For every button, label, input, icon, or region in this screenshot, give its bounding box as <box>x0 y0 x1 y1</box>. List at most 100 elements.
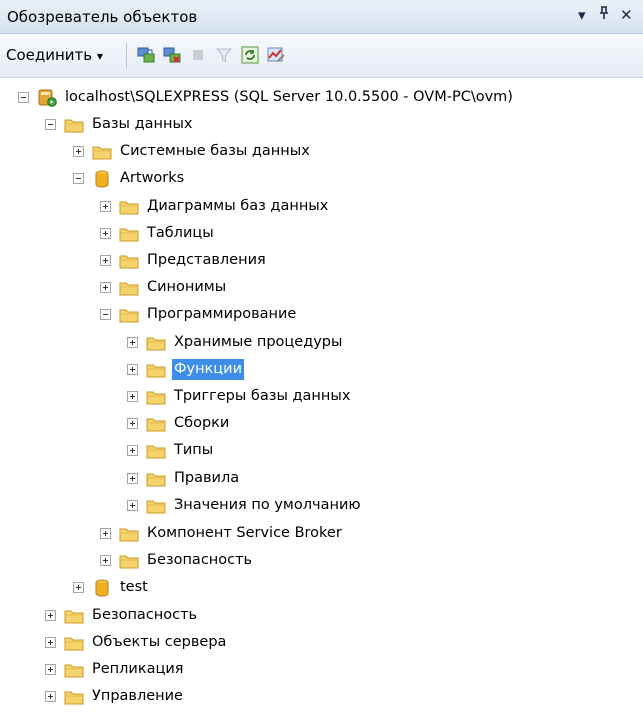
server-objects-label: Объекты сервера <box>92 634 227 650</box>
tree-node-views[interactable]: Представления <box>100 247 268 274</box>
folder-icon <box>146 364 166 377</box>
folder-icon <box>119 528 139 541</box>
tree-node-system-databases[interactable]: Системные базы данных <box>73 138 312 165</box>
collapse-icon[interactable] <box>73 173 84 184</box>
tree-node-server[interactable]: localhost\SQLEXPRESS (SQL Server 10.0.55… <box>18 84 515 111</box>
close-icon[interactable]: ✕ <box>620 6 633 24</box>
panel-titlebar: Обозреватель объектов ▾ ✕ <box>0 0 643 34</box>
pin-icon[interactable] <box>598 6 610 24</box>
connect-object-explorer-icon[interactable] <box>136 45 156 65</box>
diagrams-label: Диаграммы баз данных <box>147 198 329 214</box>
folder-icon <box>119 555 139 568</box>
collapse-icon[interactable] <box>100 309 111 320</box>
tree-node-security[interactable]: Безопасность <box>45 602 199 629</box>
database-icon <box>95 579 109 597</box>
folder-icon <box>119 282 139 295</box>
toolbar-separator <box>126 43 127 69</box>
expand-icon[interactable] <box>45 610 56 621</box>
expand-icon[interactable] <box>127 391 138 402</box>
folder-icon <box>146 337 166 350</box>
folder-icon <box>146 391 166 404</box>
folder-icon <box>92 146 112 159</box>
folder-icon <box>146 500 166 513</box>
expand-icon[interactable] <box>127 418 138 429</box>
tree-node-assemblies[interactable]: Сборки <box>127 410 231 437</box>
tree-node-server-objects[interactable]: Объекты сервера <box>45 629 228 656</box>
expand-icon[interactable] <box>127 364 138 375</box>
connect-button[interactable]: Соединить ▾ <box>6 46 103 64</box>
expand-icon[interactable] <box>127 337 138 348</box>
tree-node-rules[interactable]: Правила <box>127 465 241 492</box>
db-artworks-label: Artworks <box>120 170 185 186</box>
service-broker-label: Компонент Service Broker <box>147 525 342 541</box>
tree-node-programmability[interactable]: Программирование <box>100 301 298 328</box>
filter-icon[interactable] <box>214 45 234 65</box>
tree-node-db-test[interactable]: test <box>73 574 150 601</box>
stop-icon[interactable] <box>188 45 208 65</box>
assemblies-label: Сборки <box>174 415 230 431</box>
db-test-label: test <box>120 579 148 595</box>
dropdown-arrow-icon[interactable]: ▾ <box>578 6 586 24</box>
tree-node-types[interactable]: Типы <box>127 437 215 464</box>
folder-icon <box>119 255 139 268</box>
expand-icon[interactable] <box>73 146 84 157</box>
tree-node-defaults[interactable]: Значения по умолчанию <box>127 492 363 519</box>
expand-icon[interactable] <box>100 555 111 566</box>
folder-icon <box>146 445 166 458</box>
expand-icon[interactable] <box>45 691 56 702</box>
security-label: Безопасность <box>92 607 198 623</box>
expand-icon[interactable] <box>127 473 138 484</box>
expand-icon[interactable] <box>100 255 111 266</box>
synonyms-label: Синонимы <box>147 279 227 295</box>
expand-icon[interactable] <box>100 282 111 293</box>
tree-node-db-artworks[interactable]: Artworks <box>73 165 186 192</box>
tree-node-tables[interactable]: Таблицы <box>100 220 216 247</box>
collapse-icon[interactable] <box>45 119 56 130</box>
tree-node-stored-procedures[interactable]: Хранимые процедуры <box>127 329 344 356</box>
tree-node-replication[interactable]: Репликация <box>45 656 186 683</box>
tree-node-db-security[interactable]: Безопасность <box>100 547 254 574</box>
server-label: localhost\SQLEXPRESS (SQL Server 10.0.55… <box>65 89 513 105</box>
object-explorer-toolbar: Соединить ▾ <box>0 34 643 78</box>
database-icon <box>95 170 109 188</box>
folder-icon <box>64 691 84 704</box>
expand-icon[interactable] <box>45 637 56 648</box>
activity-monitor-icon[interactable] <box>266 45 286 65</box>
panel-title: Обозреватель объектов <box>7 8 198 26</box>
expand-icon[interactable] <box>45 664 56 675</box>
folder-icon <box>119 309 139 322</box>
object-explorer-tree: localhost\SQLEXPRESS (SQL Server 10.0.55… <box>0 80 643 717</box>
db-security-label: Безопасность <box>147 552 253 568</box>
connect-label: Соединить <box>6 46 93 64</box>
folder-icon <box>119 228 139 241</box>
tree-node-service-broker[interactable]: Компонент Service Broker <box>100 520 344 547</box>
folder-icon <box>64 610 84 623</box>
folder-icon <box>146 473 166 486</box>
types-label: Типы <box>174 442 214 458</box>
management-label: Управление <box>92 688 183 704</box>
tree-node-synonyms[interactable]: Синонимы <box>100 274 228 301</box>
tree-node-management[interactable]: Управление <box>45 683 185 710</box>
collapse-icon[interactable] <box>18 92 29 103</box>
tree-node-db-triggers[interactable]: Триггеры базы данных <box>127 383 352 410</box>
folder-icon <box>64 664 84 677</box>
db-triggers-label: Триггеры базы данных <box>174 388 351 404</box>
expand-icon[interactable] <box>100 201 111 212</box>
tree-node-databases[interactable]: Базы данных <box>45 111 195 138</box>
defaults-label: Значения по умолчанию <box>174 497 361 513</box>
functions-label-selected: Функции <box>172 359 245 380</box>
expand-icon[interactable] <box>127 500 138 511</box>
folder-icon <box>64 119 84 132</box>
system-databases-label: Системные базы данных <box>120 143 310 159</box>
views-label: Представления <box>147 252 266 268</box>
tree-node-functions[interactable]: Функции <box>127 356 245 383</box>
expand-icon[interactable] <box>73 582 84 593</box>
expand-icon[interactable] <box>100 228 111 239</box>
expand-icon[interactable] <box>127 445 138 456</box>
tree-node-diagrams[interactable]: Диаграммы баз данных <box>100 193 330 220</box>
folder-icon <box>119 201 139 214</box>
refresh-icon[interactable] <box>240 45 260 65</box>
disconnect-icon[interactable] <box>162 45 182 65</box>
expand-icon[interactable] <box>100 528 111 539</box>
connect-dropdown-icon: ▾ <box>96 49 103 63</box>
